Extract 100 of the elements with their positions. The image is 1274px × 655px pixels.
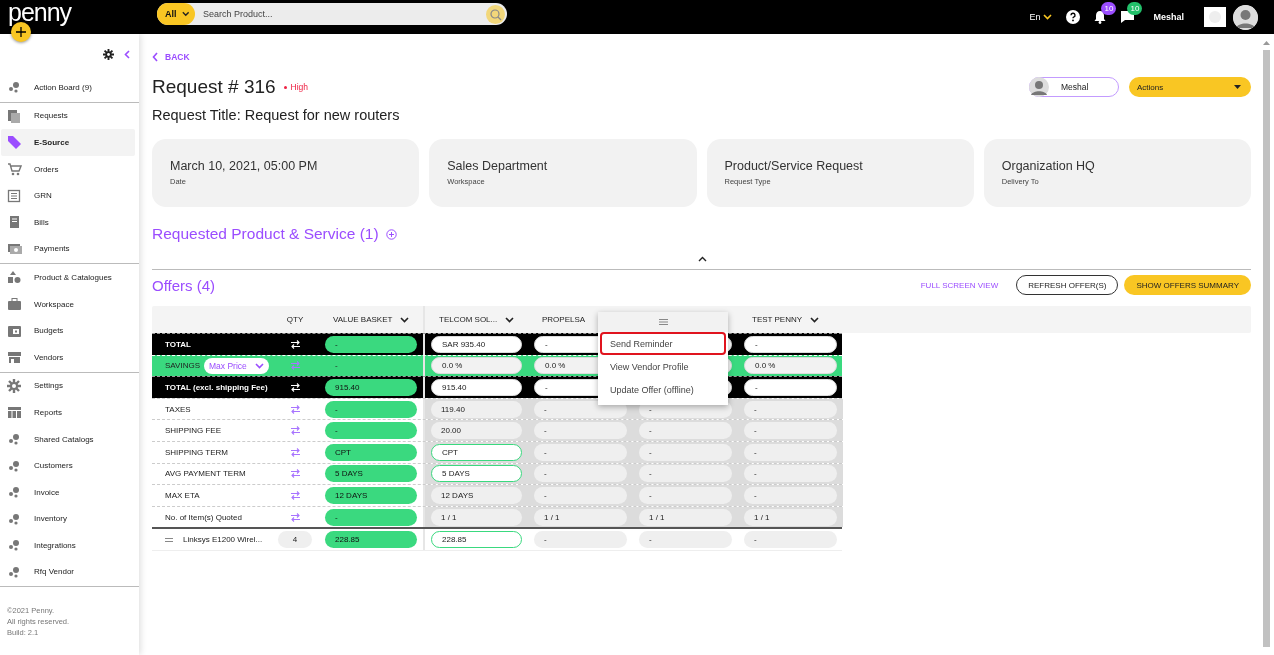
basket-value: - bbox=[325, 400, 417, 418]
chevron-icon bbox=[152, 52, 158, 62]
sidebar-item[interactable]: Product & Catalogues bbox=[1, 264, 135, 291]
offer-value: - bbox=[744, 486, 837, 504]
sidebar-label: Integrations bbox=[34, 540, 76, 550]
user-name[interactable]: Meshal bbox=[1153, 12, 1184, 22]
notification-badge: 10 bbox=[1101, 2, 1117, 15]
table-icon bbox=[7, 405, 22, 420]
search-field[interactable]: All Search Product... bbox=[157, 3, 507, 25]
offer-value: 1 / 1 bbox=[534, 508, 627, 526]
sidebar-item[interactable]: GRN bbox=[1, 182, 135, 209]
sidebar-item[interactable]: Requests bbox=[1, 102, 135, 130]
sidebar-label: Workspace bbox=[34, 299, 74, 309]
list-icon bbox=[7, 188, 22, 203]
sidebar-item[interactable]: Budgets bbox=[1, 317, 135, 344]
summary-button[interactable]: SHOW OFFERS SUMMARY bbox=[1124, 275, 1251, 295]
scroll-up-icon[interactable] bbox=[1262, 40, 1270, 45]
sidebar-label: Invoice bbox=[34, 487, 60, 497]
settings-icon[interactable] bbox=[103, 48, 114, 60]
bell-icon[interactable] bbox=[1094, 10, 1107, 24]
offer-value: 1 / 1 bbox=[744, 508, 837, 526]
caret-icon bbox=[1234, 85, 1241, 89]
vendor-header[interactable]: TELCOM SOL... bbox=[439, 315, 498, 324]
help-icon[interactable] bbox=[1066, 10, 1081, 24]
sidebar-item[interactable]: Reports bbox=[1, 399, 135, 426]
section-heading: Requested Product & Service (1) bbox=[152, 225, 379, 243]
sidebar-item[interactable]: E-Source bbox=[1, 129, 135, 156]
sidebar-item[interactable]: Shared Catalogs bbox=[1, 425, 135, 453]
dots-icon bbox=[7, 538, 22, 553]
sidebar-label: Action Board (9) bbox=[34, 82, 92, 92]
quantity-cell: 4 bbox=[278, 531, 312, 549]
sidebar-label: Payments bbox=[34, 244, 70, 254]
gear-icon bbox=[7, 378, 22, 393]
basket-value: 12 DAYS bbox=[325, 486, 417, 504]
sidebar-item[interactable]: Workspace bbox=[1, 290, 135, 318]
basket-value: 5 DAYS bbox=[325, 465, 417, 483]
sidebar-label: Inventory bbox=[34, 514, 67, 524]
offer-value: 0.0 % bbox=[744, 357, 837, 375]
avatar-icon[interactable] bbox=[1233, 4, 1258, 30]
sidebar-item[interactable]: Inventory bbox=[1, 505, 135, 533]
basket-value: CPT bbox=[325, 443, 417, 461]
chevron-icon bbox=[1043, 14, 1053, 20]
chevron-icon bbox=[505, 316, 515, 323]
column-header[interactable]: VALUE BASKET bbox=[333, 315, 393, 324]
dots-icon bbox=[7, 485, 22, 500]
sidebar-item[interactable]: Action Board (9) bbox=[1, 74, 135, 101]
sidebar-item[interactable]: Bills bbox=[1, 208, 135, 236]
sidebar-item[interactable]: Vendors bbox=[1, 343, 135, 371]
drag-handle-icon[interactable] bbox=[165, 537, 173, 542]
offer-value: 915.40 bbox=[431, 379, 522, 396]
basket-value: - bbox=[325, 422, 417, 440]
sidebar-item[interactable]: Integrations bbox=[1, 532, 135, 559]
dots-icon bbox=[7, 565, 22, 579]
offer-value: - bbox=[639, 443, 732, 461]
offer-value: 1 / 1 bbox=[639, 508, 732, 526]
sidebar-label: Rfq Vendor bbox=[34, 567, 75, 577]
offer-value: 0.0 % bbox=[431, 357, 522, 375]
message-badge: 10 bbox=[1127, 2, 1143, 15]
vendor-header[interactable]: TEST PENNY bbox=[752, 315, 803, 324]
wallet-icon bbox=[7, 323, 22, 338]
offer-value: - bbox=[639, 531, 732, 549]
basket-value: - bbox=[334, 360, 339, 373]
sidebar-item[interactable]: Payments bbox=[1, 235, 135, 263]
row-label: TOTAL (excl. shipping Fee) bbox=[165, 383, 268, 392]
back-link[interactable]: BACK bbox=[152, 49, 190, 65]
sidebar-item[interactable]: Orders bbox=[1, 155, 135, 183]
offer-value: - bbox=[639, 486, 732, 504]
row-label: TOTAL bbox=[165, 339, 191, 349]
offer-value: - bbox=[534, 443, 627, 461]
vendor-header[interactable]: PROPELSA bbox=[542, 315, 586, 324]
full-screen-link[interactable]: FULL SCREEN VIEW bbox=[920, 280, 999, 290]
menu-item[interactable]: Send Reminder bbox=[600, 332, 726, 355]
category-dropdown[interactable]: All bbox=[157, 3, 195, 25]
logo[interactable]: penny bbox=[8, 0, 72, 27]
offer-value: SAR 935.40 bbox=[431, 335, 522, 353]
scrollbar[interactable] bbox=[1262, 40, 1270, 647]
section-heading: Offers (4) bbox=[152, 276, 216, 294]
add-icon[interactable] bbox=[385, 228, 397, 240]
basket-value: - bbox=[325, 335, 417, 353]
sidebar-item[interactable]: Customers bbox=[1, 452, 135, 479]
search-icon[interactable] bbox=[486, 4, 505, 24]
actions-dropdown[interactable]: Actions bbox=[1129, 77, 1251, 97]
menu-icon[interactable] bbox=[658, 319, 668, 325]
request-title: Request Title: Request for new routers bbox=[152, 107, 401, 125]
sidebar-label: Vendors bbox=[34, 352, 64, 362]
sidebar-item[interactable]: Settings bbox=[1, 372, 135, 400]
filter-dropdown[interactable]: Max Price bbox=[204, 357, 269, 374]
bag-icon bbox=[7, 297, 22, 312]
request-number: Request # 316 bbox=[152, 76, 276, 98]
chevron-icon bbox=[400, 316, 410, 323]
language-dropdown[interactable]: En bbox=[1029, 12, 1053, 22]
collapse-icon[interactable] bbox=[697, 256, 707, 262]
dots-icon bbox=[7, 511, 22, 526]
offer-value: - bbox=[744, 400, 837, 418]
sidebar-label: Customers bbox=[34, 461, 73, 471]
refresh-button[interactable]: REFRESH OFFER(S) bbox=[1016, 275, 1119, 295]
sidebar-label: Orders bbox=[34, 164, 59, 174]
sidebar-item[interactable]: Invoice bbox=[1, 478, 135, 506]
offer-value: 12 DAYS bbox=[431, 486, 522, 504]
sidebar-item[interactable]: Rfq Vendor bbox=[1, 558, 135, 586]
